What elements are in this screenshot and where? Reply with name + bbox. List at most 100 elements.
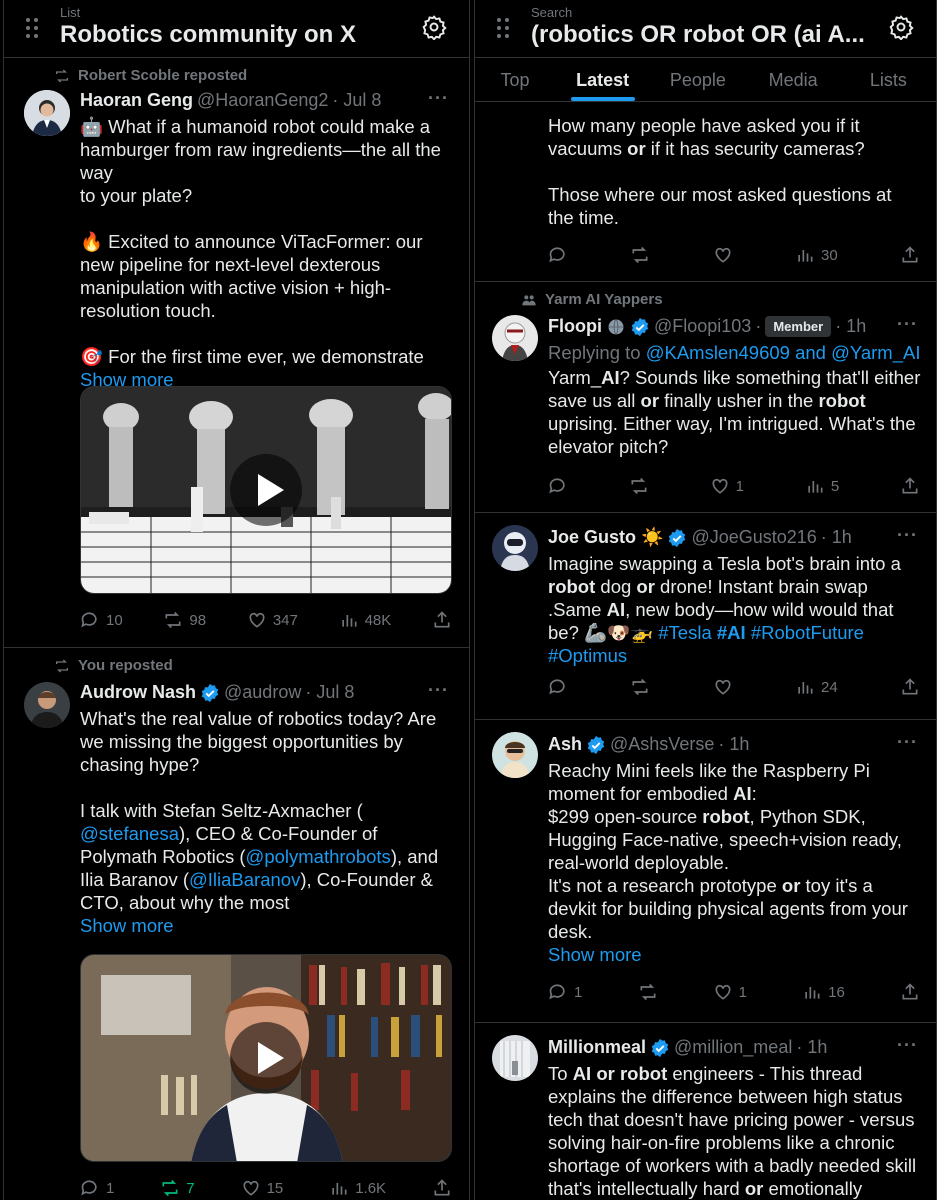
author-name[interactable]: Floopi @Floopi103 · Member · 1h — [548, 316, 866, 337]
tweet-floopi[interactable]: Yarm AI Yappers Floopi @Floopi103 · Memb… — [475, 282, 936, 513]
tab-latest[interactable]: Latest — [555, 58, 650, 101]
drag-handle-icon[interactable] — [26, 18, 40, 38]
share-button[interactable] — [900, 982, 920, 1002]
author-handle[interactable]: @million_meal — [674, 1037, 792, 1058]
avatar[interactable] — [492, 315, 538, 361]
views-button[interactable]: 16 — [802, 982, 845, 1002]
reply-button[interactable]: 10 — [80, 610, 123, 630]
more-options-icon[interactable]: ··· — [897, 732, 918, 753]
hashtag-link[interactable]: #Optimus — [548, 644, 928, 667]
video-thumbnail[interactable] — [80, 386, 452, 594]
show-more-link[interactable]: Show more — [80, 914, 460, 937]
more-options-icon[interactable]: ··· — [897, 525, 918, 546]
like-button[interactable]: 1 — [710, 476, 744, 496]
play-icon[interactable] — [230, 1022, 302, 1094]
author-handle[interactable]: @HaoranGeng2 — [197, 90, 328, 111]
repost-button[interactable] — [630, 245, 650, 265]
show-more-link[interactable]: Show more — [548, 943, 933, 966]
author-name[interactable]: Ash @AshsVerse · 1h — [548, 734, 749, 755]
like-button[interactable] — [713, 245, 733, 265]
heart-icon — [712, 478, 728, 494]
views-button[interactable]: 1.6K — [329, 1178, 386, 1198]
author-handle[interactable]: @JoeGusto216 — [691, 527, 816, 548]
reply-button[interactable] — [548, 245, 568, 265]
more-options-icon[interactable]: ··· — [428, 680, 449, 701]
gear-icon[interactable] — [421, 14, 447, 40]
tweet-text: To AI or robot engineers - This thread e… — [548, 1063, 917, 1199]
more-options-icon[interactable]: ··· — [428, 88, 449, 109]
author-handle[interactable]: @Floopi103 — [654, 316, 751, 337]
play-icon[interactable] — [230, 454, 302, 526]
tab-people[interactable]: People — [650, 58, 745, 101]
reply-button[interactable] — [548, 677, 568, 697]
replying-to-link[interactable]: @KAmslen49609 and @Yarm_AI — [646, 342, 921, 363]
drag-handle-icon[interactable] — [497, 18, 511, 38]
gear-icon[interactable] — [888, 14, 914, 40]
author-name[interactable]: Joe Gusto ☀️ @JoeGusto216 · 1h — [548, 527, 852, 548]
tweet-millionmeal[interactable]: Millionmeal @million_meal · 1h ··· To AI… — [475, 1023, 936, 1200]
like-button[interactable]: 1 — [713, 982, 747, 1002]
avatar[interactable] — [492, 1035, 538, 1081]
repost-button[interactable] — [638, 982, 658, 1002]
views-button[interactable]: 5 — [805, 476, 839, 496]
tweet-haoran-geng[interactable]: Robert Scoble reposted Haoran Geng @Haor… — [4, 58, 469, 648]
avatar[interactable] — [492, 525, 538, 571]
views-button[interactable]: 24 — [795, 677, 838, 697]
tweet-time[interactable]: · 1h — [835, 316, 866, 337]
repost-icon — [56, 69, 68, 82]
mention-link[interactable]: @stefanesa — [80, 823, 179, 844]
reply-icon — [549, 679, 565, 695]
views-icon — [798, 682, 813, 694]
tab-top[interactable]: Top — [475, 58, 555, 101]
right-column: Search (robotics OR robot OR (ai A... To… — [474, 0, 937, 1200]
tab-media[interactable]: Media — [746, 58, 841, 101]
author-name[interactable]: Millionmeal @million_meal · 1h — [548, 1037, 827, 1058]
community-icon — [522, 294, 536, 305]
repost-button[interactable] — [630, 677, 650, 697]
like-button[interactable]: 347 — [247, 610, 298, 630]
share-button[interactable] — [432, 1178, 452, 1198]
tweet-time[interactable]: · Jul 8 — [305, 682, 354, 703]
share-icon — [434, 611, 450, 628]
author-handle[interactable]: @AshsVerse — [610, 734, 714, 755]
tweet-time[interactable]: · 1h — [718, 734, 749, 755]
repost-button[interactable]: 7 — [160, 1178, 195, 1198]
repost-icon — [640, 983, 655, 1001]
avatar[interactable] — [492, 732, 538, 778]
mention-link[interactable]: @polymathrobots — [246, 846, 391, 867]
repost-button[interactable] — [629, 476, 649, 496]
repost-button[interactable]: 98 — [163, 610, 206, 630]
like-button[interactable] — [713, 677, 733, 697]
tweet-audrow-nash[interactable]: You reposted Audrow Nash @audrow · Jul 8… — [4, 648, 469, 1200]
tweet-joe-gusto[interactable]: Joe Gusto ☀️ @JoeGusto216 · 1h ··· Imagi… — [475, 513, 936, 720]
tweet-partial[interactable]: How many people have asked you if it vac… — [475, 102, 936, 282]
tweet-ash[interactable]: Ash @AshsVerse · 1h ··· Reachy Mini feel… — [475, 720, 936, 1023]
author-name[interactable]: Audrow Nash @audrow · Jul 8 — [80, 682, 354, 703]
reply-icon — [549, 984, 565, 1000]
reply-button[interactable]: 1 — [548, 982, 582, 1002]
share-button[interactable] — [432, 610, 452, 630]
hashtag-link[interactable]: #Tesla — [658, 622, 711, 643]
more-options-icon[interactable]: ··· — [897, 314, 918, 335]
share-button[interactable] — [900, 245, 920, 265]
reply-button[interactable] — [548, 476, 568, 496]
tab-lists[interactable]: Lists — [841, 58, 936, 101]
like-button[interactable]: 15 — [241, 1178, 283, 1198]
share-button[interactable] — [900, 476, 920, 496]
reply-button[interactable]: 1 — [80, 1178, 114, 1198]
views-button[interactable]: 30 — [795, 245, 838, 265]
tweet-time[interactable]: · Jul 8 — [332, 90, 381, 111]
video-thumbnail[interactable] — [80, 954, 452, 1162]
avatar[interactable] — [24, 90, 70, 136]
share-button[interactable] — [900, 677, 920, 697]
avatar[interactable] — [24, 682, 70, 728]
tweet-time[interactable]: · 1h — [796, 1037, 827, 1058]
mention-link[interactable]: @IliaBaranov — [189, 869, 300, 890]
views-button[interactable]: 48K — [339, 610, 391, 630]
tweet-time[interactable]: · 1h — [821, 527, 852, 548]
author-name[interactable]: Haoran Geng @HaoranGeng2 · Jul 8 — [80, 90, 381, 111]
author-handle[interactable]: @audrow — [224, 682, 301, 703]
hashtag-link[interactable]: #RobotFuture — [751, 622, 864, 643]
hashtag-link[interactable]: #AI — [717, 622, 746, 643]
more-options-icon[interactable]: ··· — [897, 1035, 918, 1056]
